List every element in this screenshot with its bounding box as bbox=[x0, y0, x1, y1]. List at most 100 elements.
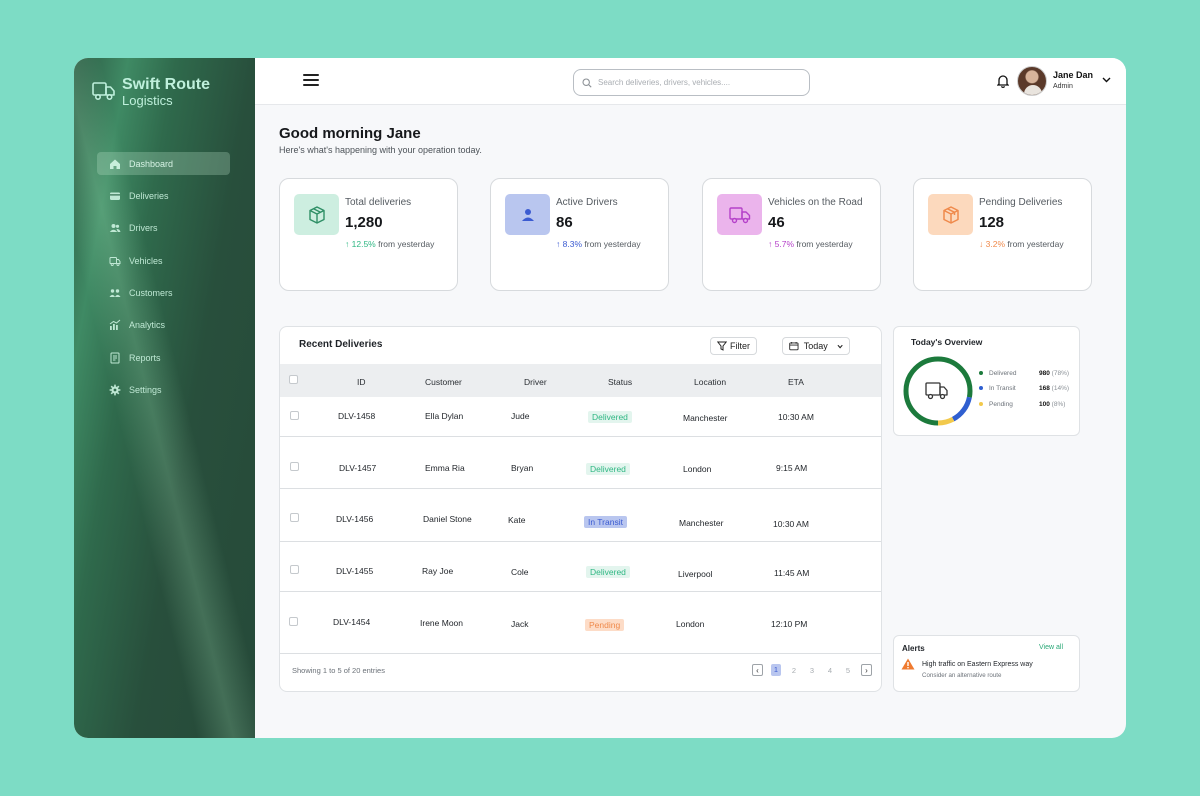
stat-label: Active Drivers bbox=[556, 197, 618, 208]
chevron-down-icon[interactable] bbox=[1102, 77, 1111, 83]
next-page-button[interactable]: › bbox=[861, 664, 872, 676]
cell-id: DLV-1455 bbox=[336, 566, 374, 576]
legend-percent: (14%) bbox=[1051, 385, 1070, 392]
user-icon bbox=[505, 194, 550, 235]
sidebar-item-label: Deliveries bbox=[129, 190, 169, 201]
sidebar-item-label: Vehicles bbox=[129, 255, 163, 266]
alert-hint: Consider an alternative route bbox=[922, 672, 1002, 679]
page-button-4[interactable]: 4 bbox=[825, 666, 835, 675]
page-button-2[interactable]: 2 bbox=[789, 666, 799, 675]
warning-icon bbox=[901, 658, 915, 670]
sidebar-item-drivers[interactable]: Drivers bbox=[97, 217, 230, 240]
sidebar-item-dashboard[interactable]: Dashboard bbox=[97, 152, 230, 175]
recent-deliveries-panel: Recent Deliveries Filter Today ID Custom… bbox=[279, 326, 882, 692]
page-button-3[interactable]: 3 bbox=[807, 666, 817, 675]
sidebar-nav: Dashboard Deliveries Drivers Vehicles Cu… bbox=[97, 152, 230, 411]
cell-eta: 9:15 AM bbox=[776, 463, 808, 473]
table-header: ID Customer Driver Status Location ETA bbox=[280, 364, 881, 397]
cell-id: DLV-1456 bbox=[336, 514, 374, 524]
sidebar-item-reports[interactable]: Reports bbox=[97, 346, 230, 369]
stat-label: Vehicles on the Road bbox=[768, 197, 863, 208]
column-header-eta[interactable]: ETA bbox=[788, 377, 804, 387]
select-all-checkbox[interactable] bbox=[289, 375, 298, 384]
sidebar-item-vehicles[interactable]: Vehicles bbox=[97, 249, 230, 272]
legend-item-in-transit: In Transit bbox=[979, 385, 1016, 392]
filter-button[interactable]: Filter bbox=[710, 337, 757, 355]
column-header-customer[interactable]: Customer bbox=[425, 377, 462, 387]
stat-change-value: 3.2% bbox=[985, 239, 1005, 249]
sidebar-item-deliveries[interactable]: Deliveries bbox=[97, 184, 230, 207]
row-checkbox[interactable] bbox=[290, 565, 299, 574]
arrow-up-icon: ↑ bbox=[556, 239, 561, 249]
menu-toggle-button[interactable] bbox=[303, 74, 319, 88]
stat-change-suffix: from yesterday bbox=[1007, 239, 1064, 249]
column-header-status[interactable]: Status bbox=[608, 377, 632, 387]
stat-change: ↓ 3.2% from yesterday bbox=[979, 239, 1064, 249]
top-bar: Jane Dan Admin bbox=[255, 58, 1126, 105]
column-header-id[interactable]: ID bbox=[357, 377, 366, 387]
cell-customer: Emma Ria bbox=[425, 463, 465, 473]
row-checkbox[interactable] bbox=[289, 617, 298, 626]
sidebar-item-analytics[interactable]: Analytics bbox=[97, 314, 230, 337]
stat-change-suffix: from yesterday bbox=[584, 239, 641, 249]
table-row[interactable]: DLV-1455 Ray Joe Cole Delivered Liverpoo… bbox=[280, 542, 881, 592]
panel-title: Recent Deliveries bbox=[299, 339, 383, 350]
legend-value-delivered: 980 (78%) bbox=[1039, 370, 1069, 377]
prev-page-button[interactable]: ‹ bbox=[752, 664, 763, 676]
table-row[interactable]: DLV-1458 Ella Dylan Jude Delivered Manch… bbox=[280, 397, 881, 437]
status-badge: Delivered bbox=[586, 463, 630, 475]
cell-customer: Irene Moon bbox=[420, 618, 463, 628]
notification-bell-icon[interactable] bbox=[997, 74, 1009, 88]
stat-card-vehicles-on-road: Vehicles on the Road 46 ↑ 5.7% from yest… bbox=[702, 178, 881, 291]
view-all-alerts-link[interactable]: View all bbox=[1039, 644, 1063, 651]
status-badge: In Transit bbox=[584, 516, 627, 528]
page-button-1[interactable]: 1 bbox=[771, 664, 781, 676]
cell-driver: Kate bbox=[508, 515, 526, 525]
stat-change: ↑ 8.3% from yesterday bbox=[556, 239, 641, 249]
sidebar: Swift Route Logistics Dashboard Deliveri… bbox=[74, 58, 255, 738]
legend-item-delivered: Delivered bbox=[979, 370, 1016, 377]
customers-icon bbox=[109, 289, 121, 298]
sidebar-item-label: Drivers bbox=[129, 223, 158, 234]
search-input[interactable] bbox=[598, 78, 798, 87]
table-row[interactable]: DLV-1457 Emma Ria Bryan Delivered London… bbox=[280, 437, 881, 489]
column-header-driver[interactable]: Driver bbox=[524, 377, 547, 387]
stat-change-suffix: from yesterday bbox=[796, 239, 853, 249]
arrow-up-icon: ↑ bbox=[768, 239, 773, 249]
calendar-icon bbox=[789, 342, 799, 351]
home-icon bbox=[110, 159, 120, 169]
sidebar-item-settings[interactable]: Settings bbox=[97, 379, 230, 402]
alerts-panel: Alerts View all High traffic on Eastern … bbox=[893, 635, 1080, 692]
table-row[interactable]: DLV-1454 Irene Moon Jack Pending London … bbox=[280, 592, 881, 654]
stat-change-value: 12.5% bbox=[351, 239, 376, 249]
cell-customer: Ray Joe bbox=[422, 566, 454, 576]
sidebar-item-customers[interactable]: Customers bbox=[97, 282, 230, 305]
cell-eta: 10:30 AM bbox=[778, 412, 814, 422]
page-title: Good morning Jane bbox=[279, 125, 421, 142]
row-checkbox[interactable] bbox=[290, 411, 299, 420]
avatar[interactable] bbox=[1017, 66, 1047, 96]
cell-driver: Jack bbox=[511, 619, 529, 629]
cell-location: Manchester bbox=[683, 413, 728, 423]
cell-driver: Cole bbox=[511, 567, 529, 577]
row-checkbox[interactable] bbox=[290, 462, 299, 471]
date-range-select[interactable]: Today bbox=[782, 337, 850, 355]
overview-donut-chart bbox=[903, 356, 973, 426]
pagination-summary: Showing 1 to 5 of 20 entries bbox=[292, 666, 385, 675]
brand-title: Swift Route bbox=[122, 76, 210, 93]
stat-change: ↑ 12.5% from yesterday bbox=[345, 239, 434, 249]
stat-value: 128 bbox=[979, 214, 1005, 231]
cell-id: DLV-1457 bbox=[339, 463, 377, 473]
sidebar-item-label: Reports bbox=[129, 352, 161, 363]
cell-id: DLV-1454 bbox=[333, 617, 371, 627]
row-checkbox[interactable] bbox=[290, 513, 299, 522]
search-box bbox=[573, 69, 810, 96]
legend-value-in-transit: 168 (14%) bbox=[1039, 385, 1069, 392]
legend-dot bbox=[979, 371, 983, 376]
legend-percent: (8%) bbox=[1051, 401, 1066, 408]
column-header-location[interactable]: Location bbox=[694, 377, 726, 387]
page-button-5[interactable]: 5 bbox=[843, 666, 853, 675]
filter-icon bbox=[717, 341, 727, 351]
stat-value: 1,280 bbox=[345, 214, 383, 231]
table-row[interactable]: DLV-1456 Daniel Stone Kate In Transit Ma… bbox=[280, 489, 881, 542]
